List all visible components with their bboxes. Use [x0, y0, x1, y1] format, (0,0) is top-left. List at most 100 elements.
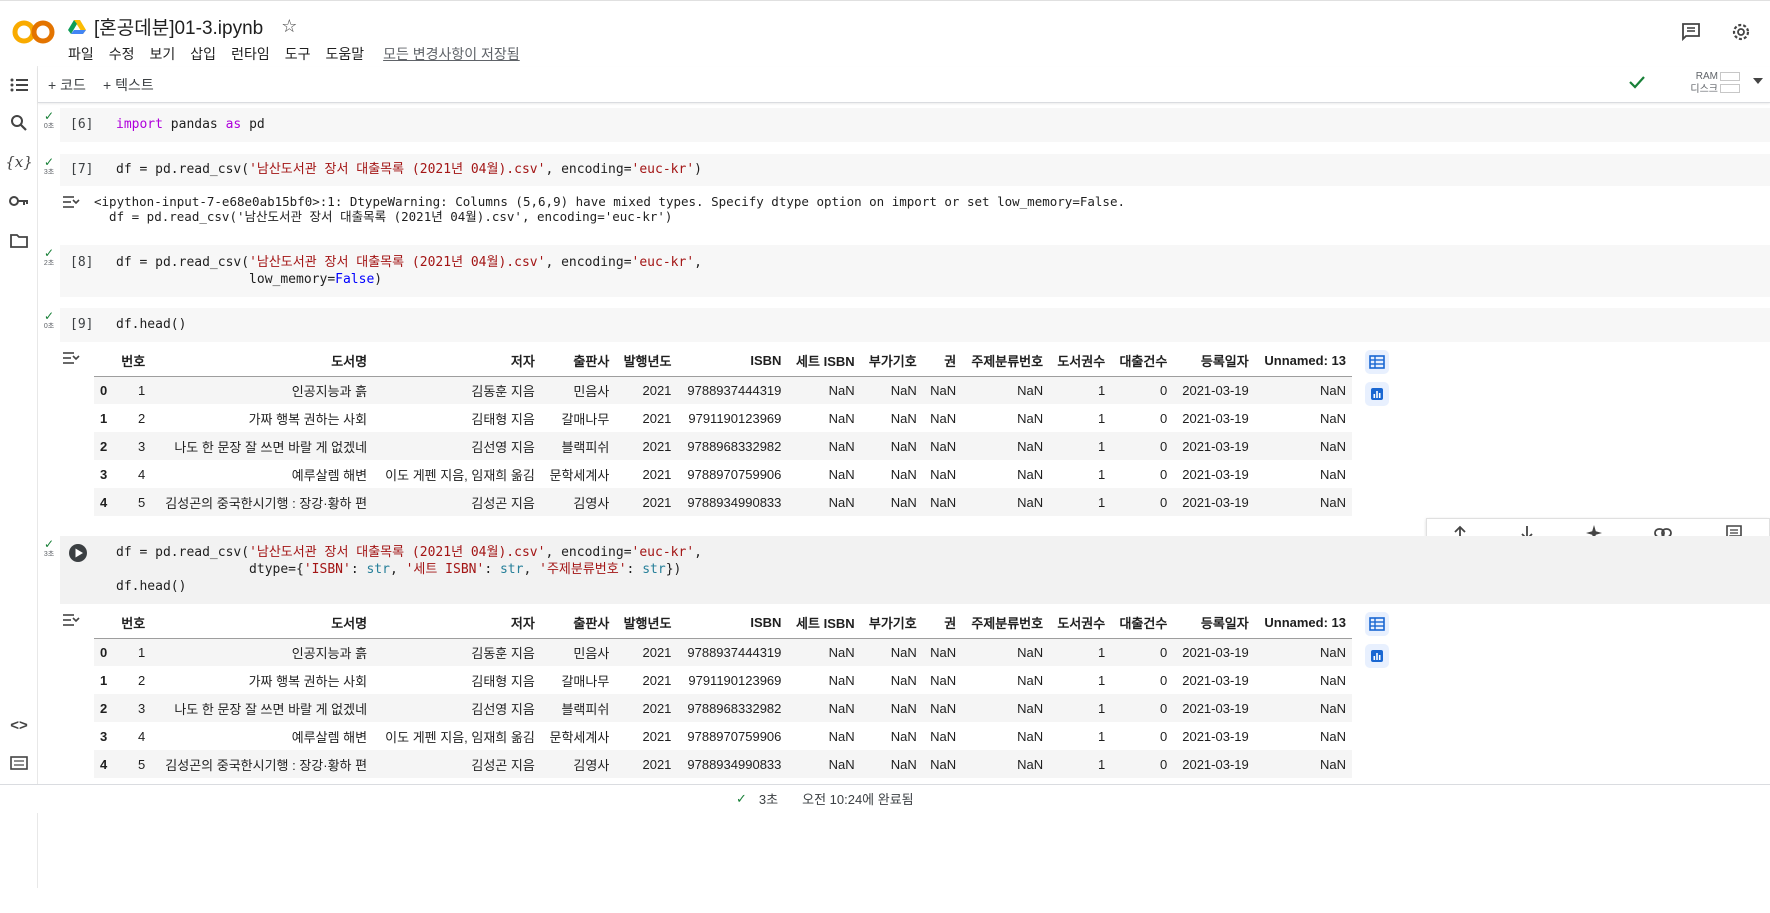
- code-source[interactable]: import pandas as pd: [116, 116, 265, 133]
- run-icon[interactable]: [68, 543, 88, 563]
- table-cell: 9788970759906: [687, 728, 782, 744]
- column-header: 도서명: [151, 346, 374, 377]
- star-icon[interactable]: ☆: [281, 16, 297, 37]
- table-row: 3 4 예루살렘 해변 이도 게펜 지음, 임재희 옮김 문학세계사 2021 978897…: [94, 460, 1352, 488]
- variables-icon[interactable]: {x}: [5, 151, 33, 173]
- chart-icon[interactable]: [1365, 382, 1389, 406]
- cell-status: ✓ 3초: [43, 155, 55, 176]
- table-cell: NaN: [1017, 672, 1044, 688]
- table-cell: 2021-03-19: [1182, 438, 1249, 454]
- menu-tools[interactable]: 도구: [285, 44, 311, 64]
- key-icon[interactable]: [8, 190, 30, 212]
- table-cell: 2021-03-19: [1182, 644, 1249, 660]
- add-text-button[interactable]: + 텍스트: [103, 75, 154, 95]
- connected-check-icon: [1629, 76, 1645, 89]
- table-cell: 가짜 행복 권하는 사회: [248, 673, 368, 689]
- table-cell: NaN: [1319, 382, 1346, 398]
- table-cell: 3: [137, 700, 146, 716]
- row-index: 2: [100, 700, 108, 716]
- table-icon[interactable]: [1365, 350, 1389, 374]
- menu-bar: 파일 수정 보기 삽입 런타임 도구 도움말 모든 변경사항이 저장됨: [68, 44, 520, 64]
- table-cell: 이도 게펜 지음, 임재희 옮김: [385, 729, 535, 745]
- folder-icon[interactable]: [8, 229, 30, 251]
- menu-help[interactable]: 도움말: [325, 44, 364, 64]
- table-cell: 0: [1160, 466, 1168, 482]
- table-cell: 9788937444319: [687, 644, 782, 660]
- save-status[interactable]: 모든 변경사항이 저장됨: [383, 44, 520, 64]
- code-source[interactable]: df = pd.read_csv('남산도서관 장서 대출목록 (2021년 0…: [116, 544, 702, 595]
- settings-icon[interactable]: [1730, 21, 1752, 43]
- drive-icon[interactable]: [68, 19, 86, 35]
- menu-runtime[interactable]: 런타임: [231, 44, 270, 64]
- table-cell: 2021: [642, 494, 672, 510]
- table-cell: NaN: [890, 438, 917, 454]
- table-cell: 0: [1160, 410, 1168, 426]
- code-cell-6[interactable]: ✓ 0초 [6] import pandas as pd: [38, 108, 1770, 144]
- table-cell: NaN: [890, 756, 917, 772]
- chevron-down-icon[interactable]: [1752, 77, 1764, 85]
- table-cell: NaN: [1017, 728, 1044, 744]
- code-source[interactable]: df = pd.read_csv('남산도서관 장서 대출목록 (2021년 0…: [116, 161, 702, 178]
- search-icon[interactable]: [8, 112, 30, 134]
- code-editor[interactable]: [8] df = pd.read_csv('남산도서관 장서 대출목록 (202…: [60, 245, 1770, 297]
- code-cell-10[interactable]: ✓ 3초 df = pd.read_csv('남산도서관 장서 대출목록 (20…: [38, 536, 1770, 784]
- table-cell: NaN: [930, 728, 957, 744]
- output-toggle-icon[interactable]: [62, 612, 80, 628]
- menu-file[interactable]: 파일: [68, 44, 94, 64]
- table-cell: 3: [137, 438, 146, 454]
- code-editor[interactable]: [9] df.head(): [60, 308, 1770, 342]
- table-cell: 2021: [642, 382, 672, 398]
- table-cell: NaN: [930, 410, 957, 426]
- add-code-button[interactable]: + 코드: [48, 75, 86, 95]
- table-cell: NaN: [890, 728, 917, 744]
- table-cell: 9788937444319: [687, 382, 782, 398]
- menu-insert[interactable]: 삽입: [190, 44, 216, 64]
- table-cell: 1: [137, 382, 146, 398]
- code-editor[interactable]: df = pd.read_csv('남산도서관 장서 대출목록 (2021년 0…: [60, 536, 1770, 604]
- column-header: 대출건수: [1111, 608, 1174, 639]
- table-cell: NaN: [930, 438, 957, 454]
- table-cell: NaN: [930, 494, 957, 510]
- table-cell: 김영사: [573, 757, 610, 773]
- code-cell-7[interactable]: ✓ 3초 [7] df = pd.read_csv('남산도서관 장서 대출목록…: [38, 154, 1770, 234]
- code-cell-8[interactable]: ✓ 2초 [8] df = pd.read_csv('남산도서관 장서 대출목록…: [38, 245, 1770, 297]
- table-cell: 4: [137, 728, 146, 744]
- table-icon[interactable]: [1365, 612, 1389, 636]
- menu-edit[interactable]: 수정: [109, 44, 135, 64]
- output-toggle-icon[interactable]: [62, 194, 80, 210]
- dataframe-table: 번호 도서명 저자 출판사 발행년도 ISBN 세트 ISBN 부가기호 권 주제분류번호 도서권수…: [94, 346, 1352, 516]
- table-cell: 김선영 지음: [471, 439, 535, 455]
- index-header: [94, 346, 114, 377]
- table-cell: NaN: [890, 382, 917, 398]
- table-cell: 나도 한 문장 잘 쓰면 바랄 게 없겠네: [174, 439, 368, 455]
- comment-icon[interactable]: [1680, 21, 1702, 43]
- code-cell-9[interactable]: ✓ 0초 [9] df.head() 번호 도서명 저자 출판사 발행년도 ISBN 세트 …: [38, 308, 1770, 526]
- menu-view[interactable]: 보기: [150, 44, 176, 64]
- resource-bars: [1720, 72, 1740, 98]
- code-editor[interactable]: [7] df = pd.read_csv('남산도서관 장서 대출목록 (202…: [60, 154, 1770, 186]
- table-cell: NaN: [1017, 410, 1044, 426]
- code-source[interactable]: df = pd.read_csv('남산도서관 장서 대출목록 (2021년 0…: [116, 254, 702, 288]
- notebook-title[interactable]: [혼공데분]01-3.ipynb: [94, 13, 263, 40]
- code-source[interactable]: df.head(): [116, 316, 186, 333]
- table-cell: NaN: [890, 410, 917, 426]
- code-editor[interactable]: [6] import pandas as pd: [60, 108, 1770, 142]
- table-cell: NaN: [828, 672, 855, 688]
- table-cell: 1: [1097, 672, 1106, 688]
- cell-status: ✓ 2초: [43, 246, 55, 267]
- toc-icon[interactable]: [8, 74, 30, 96]
- table-cell: NaN: [1319, 466, 1346, 482]
- code-snippets-icon[interactable]: <>: [8, 714, 30, 736]
- resource-monitor[interactable]: RAM 디스크: [1690, 70, 1718, 96]
- column-header: 번호: [113, 346, 152, 377]
- output-toggle-icon[interactable]: [62, 350, 80, 366]
- execution-count: [8]: [70, 255, 94, 270]
- table-cell: 2021-03-19: [1182, 756, 1249, 772]
- table-cell: NaN: [828, 728, 855, 744]
- table-cell: 0: [1160, 700, 1168, 716]
- terminal-icon[interactable]: [8, 752, 30, 774]
- colab-logo[interactable]: [12, 17, 56, 47]
- table-cell: 1: [1097, 410, 1106, 426]
- chart-icon[interactable]: [1365, 644, 1389, 668]
- table-cell: NaN: [1017, 494, 1044, 510]
